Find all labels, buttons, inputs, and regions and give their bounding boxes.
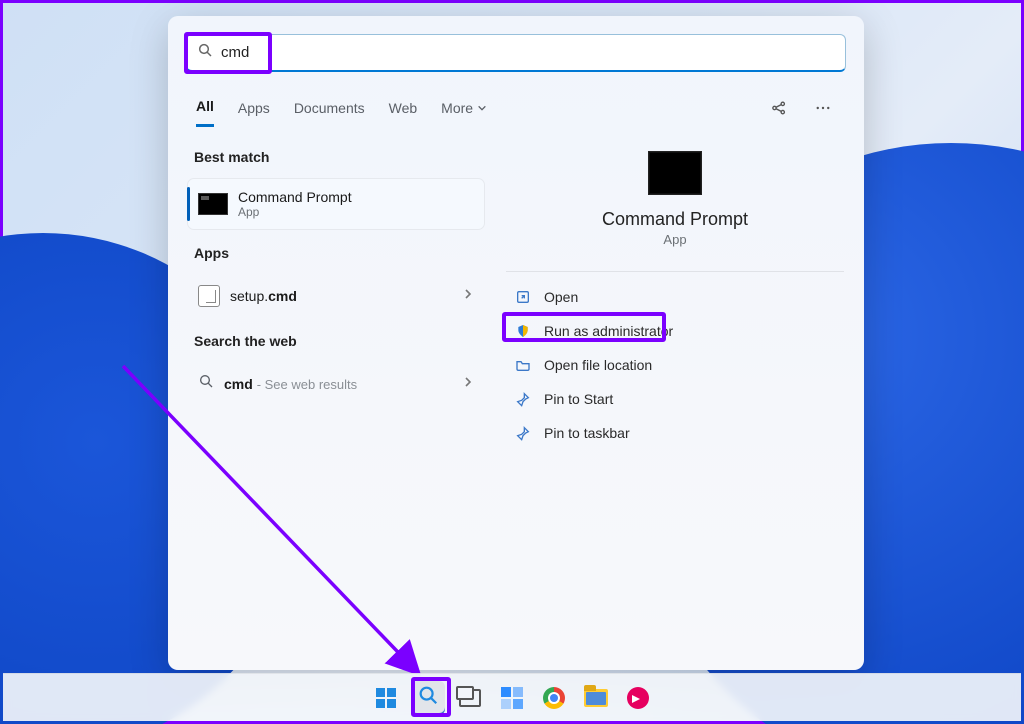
taskbar	[3, 673, 1021, 721]
action-pin-taskbar[interactable]: Pin to taskbar	[506, 416, 844, 450]
start-search-panel: All Apps Documents Web More Best match C…	[168, 16, 864, 670]
action-run-admin[interactable]: Run as administrator	[506, 314, 844, 348]
details-subtitle: App	[663, 232, 686, 247]
chevron-right-icon	[462, 375, 474, 393]
tab-all[interactable]: All	[196, 92, 214, 127]
cmd-icon	[648, 151, 702, 195]
tab-documents[interactable]: Documents	[294, 94, 365, 126]
filter-tabs: All Apps Documents Web More	[168, 78, 864, 127]
script-icon	[198, 285, 220, 307]
chevron-right-icon	[462, 287, 474, 305]
action-pin-start[interactable]: Pin to Start	[506, 382, 844, 416]
taskbar-explorer[interactable]	[579, 681, 613, 715]
folder-icon	[514, 356, 532, 374]
details-title: Command Prompt	[602, 209, 748, 230]
open-icon	[514, 288, 532, 306]
result-title: Command Prompt	[238, 189, 352, 205]
chrome-icon	[543, 687, 565, 709]
result-best-match[interactable]: Command Prompt App	[188, 179, 484, 229]
app-icon	[627, 687, 649, 709]
tab-web[interactable]: Web	[389, 94, 418, 126]
search-icon	[198, 373, 214, 394]
search-box[interactable]	[186, 34, 846, 72]
windows-logo-icon	[376, 688, 396, 708]
widgets-icon	[501, 687, 523, 709]
search-input[interactable]	[221, 44, 835, 61]
shield-icon	[514, 322, 532, 340]
section-best-match: Best match	[188, 145, 484, 167]
search-icon	[197, 42, 213, 63]
taskbar-app[interactable]	[621, 681, 655, 715]
cmd-icon	[198, 193, 228, 215]
taskbar-chrome[interactable]	[537, 681, 571, 715]
result-title: cmd - See web results	[224, 376, 357, 392]
tab-more[interactable]: More	[441, 94, 487, 126]
taskbar-widgets[interactable]	[495, 681, 529, 715]
search-icon	[417, 684, 439, 711]
action-open-location[interactable]: Open file location	[506, 348, 844, 382]
taskbar-search[interactable]	[411, 681, 445, 715]
action-open[interactable]: Open	[506, 280, 844, 314]
chevron-down-icon	[477, 103, 487, 113]
taskbar-start[interactable]	[369, 681, 403, 715]
more-options-icon[interactable]	[810, 95, 836, 124]
taskbar-taskview[interactable]	[453, 681, 487, 715]
result-title: setup.cmd	[230, 288, 297, 304]
pin-icon	[514, 390, 532, 408]
section-apps: Apps	[188, 241, 484, 263]
section-search-web: Search the web	[188, 329, 484, 351]
pin-icon	[514, 424, 532, 442]
divider	[506, 271, 844, 272]
share-icon[interactable]	[766, 95, 792, 124]
result-app-item[interactable]: setup.cmd	[188, 275, 484, 317]
result-subtitle: App	[238, 205, 352, 219]
task-view-icon	[459, 689, 481, 707]
folder-icon	[584, 689, 608, 707]
result-web-item[interactable]: cmd - See web results	[188, 363, 484, 404]
tab-apps[interactable]: Apps	[238, 94, 270, 126]
